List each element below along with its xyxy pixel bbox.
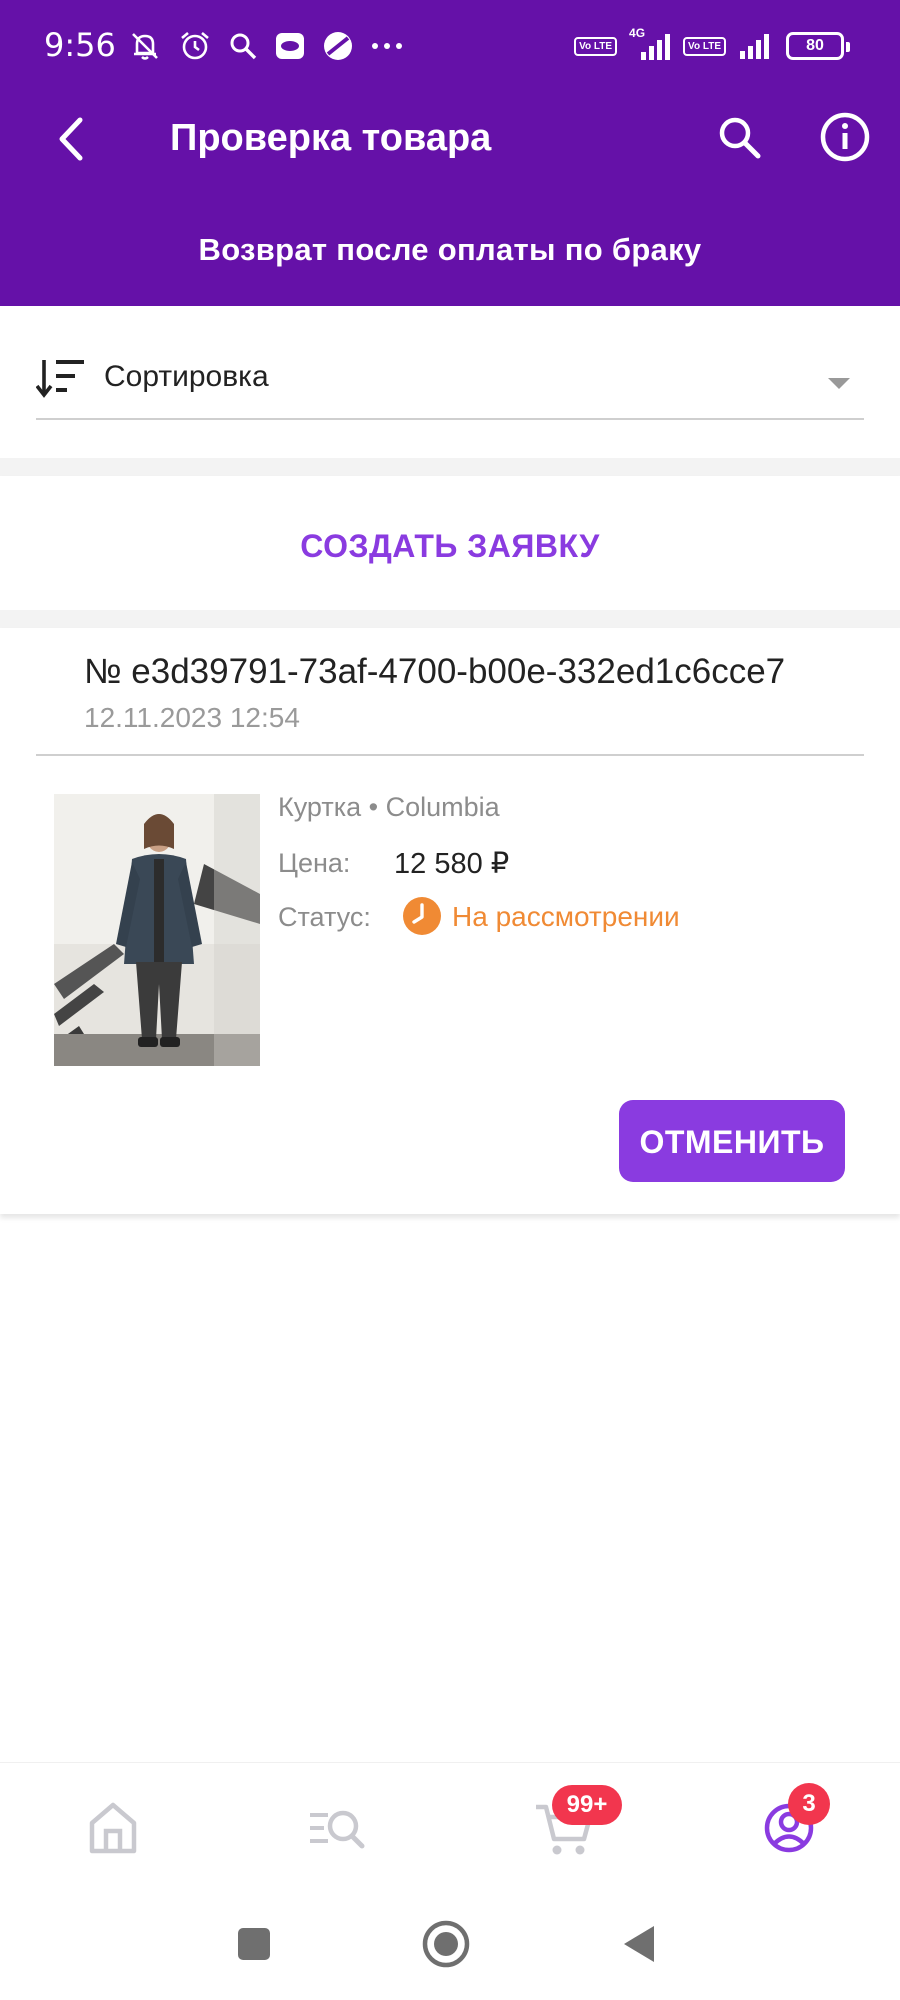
bell-off-icon — [132, 33, 158, 60]
status-time: 9:56 — [44, 26, 116, 64]
app-icon — [276, 33, 304, 59]
search-icon[interactable] — [712, 110, 768, 166]
alarm-icon — [181, 32, 209, 60]
cancel-button[interactable]: ОТМЕНИТЬ — [619, 1100, 845, 1182]
battery-indicator: 80 — [786, 32, 850, 60]
home-circle-icon[interactable] — [420, 1918, 472, 1970]
catalog-search-icon[interactable] — [302, 1793, 372, 1863]
sort-dropdown[interactable]: Сортировка — [36, 350, 864, 420]
app-icon-2 — [324, 32, 352, 60]
volte-badge-2: Vo LTE — [683, 36, 726, 56]
chevron-down-icon — [828, 378, 850, 389]
status-value: На рассмотрении — [452, 901, 680, 932]
product-price: 12 580 ₽ — [394, 848, 510, 880]
back-triangle-icon[interactable] — [614, 1918, 666, 1970]
cart-badge: 99+ — [552, 1785, 622, 1825]
home-icon[interactable] — [78, 1793, 148, 1863]
order-card: № e3d39791-73af-4700-b00e-332ed1c6cce7 1… — [0, 628, 900, 1214]
order-date: 12.11.2023 12:54 — [84, 702, 300, 733]
status-bar: 9:56 Vo LTE 4G Vo LTE 80 — [0, 0, 900, 90]
clock-icon — [403, 897, 441, 935]
card-divider — [36, 754, 864, 756]
volte-badge: Vo LTE — [574, 36, 618, 56]
create-request-button[interactable]: СОЗДАТЬ ЗАЯВКУ — [0, 476, 900, 610]
product-image[interactable] — [54, 794, 260, 1066]
info-icon[interactable] — [816, 108, 874, 166]
page-subtitle: Возврат после оплаты по браку — [198, 232, 702, 267]
price-label: Цена: — [278, 848, 351, 878]
more-icon — [372, 43, 402, 49]
bottom-navigation: 99+ 3 — [0, 1762, 900, 1892]
profile-badge: 3 — [788, 1783, 830, 1825]
order-number: № e3d39791-73af-4700-b00e-332ed1c6cce7 — [84, 652, 786, 691]
top-app-bar: Проверка товара — [0, 90, 900, 190]
signal-1: 4G — [627, 26, 673, 62]
status-left-icons — [128, 26, 404, 66]
sort-label: Сортировка — [104, 360, 269, 393]
page-title: Проверка товара — [170, 117, 492, 159]
app-header: 9:56 Vo LTE 4G Vo LTE 80 Проверка товара… — [0, 0, 900, 306]
section-divider — [0, 458, 900, 476]
status-right-icons: Vo LTE 4G Vo LTE 80 — [574, 26, 850, 64]
sort-section: Сортировка — [0, 306, 900, 458]
create-request-section: СОЗДАТЬ ЗАЯВКУ — [0, 476, 900, 610]
sort-icon — [36, 360, 84, 398]
product-category-brand: Куртка • Columbia — [278, 792, 500, 822]
signal-bars-2-icon — [740, 34, 769, 59]
search-icon — [230, 33, 257, 60]
signal-bars-icon — [641, 34, 671, 60]
status-label: Статус: — [278, 902, 371, 932]
system-navigation-bar — [0, 1892, 900, 2000]
recent-apps-icon[interactable] — [228, 1918, 280, 1970]
section-divider — [0, 610, 900, 628]
back-arrow-icon[interactable] — [44, 110, 102, 168]
